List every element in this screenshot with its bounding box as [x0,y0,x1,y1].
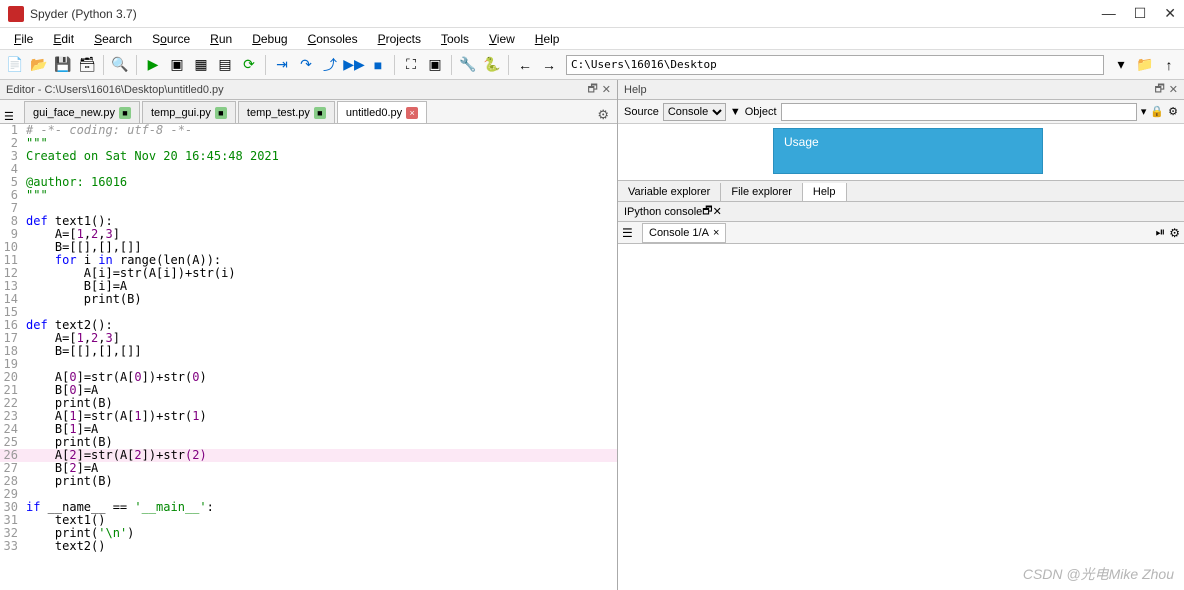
menu-help[interactable]: Help [527,30,568,48]
browse-dir-icon[interactable]: 📁 [1134,54,1156,76]
menu-search[interactable]: Search [86,30,140,48]
close-icon[interactable]: ■ [119,107,131,119]
menu-bar: File Edit Search Source Run Debug Consol… [0,28,1184,50]
editor-close-icon[interactable]: ✕ [602,83,611,96]
tab-list-icon[interactable]: ☰ [4,110,22,123]
debug-stop-icon[interactable]: ■ [367,54,389,76]
editor-tabs: ☰ gui_face_new.py■temp_gui.py■temp_test.… [0,100,617,124]
minimize-button[interactable]: — [1102,5,1116,22]
close-icon[interactable]: × [406,107,418,119]
menu-file[interactable]: File [6,30,41,48]
console-output[interactable] [618,244,1184,590]
debug-continue-icon[interactable]: ▶▶ [343,54,365,76]
debug-step-out-icon[interactable]: ⤴ [319,54,341,76]
app-logo-icon [8,6,24,22]
help-content: Usage [618,124,1184,180]
help-source-label: Source [624,106,659,118]
python-path-icon[interactable]: 🐍 [481,54,503,76]
menu-projects[interactable]: Projects [370,30,429,48]
preferences-icon[interactable]: 🔧 [457,54,479,76]
menu-edit[interactable]: Edit [45,30,82,48]
editor-tab[interactable]: temp_gui.py■ [142,101,236,123]
help-undock-icon[interactable]: 🗗 [1154,80,1164,99]
menu-view[interactable]: View [481,30,523,48]
new-file-icon[interactable]: 📄 [4,54,26,76]
path-dropdown-icon[interactable]: ▾ [1110,54,1132,76]
help-pane-title: Help 🗗 ✕ [618,80,1184,100]
console-tabs: ☰ Console 1/A × ⏯ ⚙ [618,222,1184,244]
maximize-button[interactable]: ☐ [1134,5,1147,22]
title-bar: Spyder (Python 3.7) — ☐ ✕ [0,0,1184,28]
rerun-icon[interactable]: ⟳ [238,54,260,76]
console-tab[interactable]: Console 1/A × [642,223,726,243]
help-object-label: Object [745,106,777,118]
tab-file-explorer[interactable]: File explorer [721,183,803,201]
help-object-input[interactable] [781,103,1137,121]
close-icon[interactable]: × [713,227,719,239]
console-undock-icon[interactable]: 🗗 [702,202,712,221]
debug-step-over-icon[interactable]: ↷ [295,54,317,76]
help-lock-icon[interactable]: 🔒 [1150,105,1164,118]
working-dir-input[interactable]: C:\Users\16016\Desktop [566,55,1104,75]
run-cell-advance-icon[interactable]: ▦ [190,54,212,76]
save-all-icon[interactable]: 🗃 [76,54,98,76]
run-selection-icon[interactable]: ▤ [214,54,236,76]
help-close-icon[interactable]: ✕ [1169,83,1178,96]
fullscreen-icon[interactable]: ▣ [424,54,446,76]
debug-step-into-icon[interactable]: ⇥ [271,54,293,76]
help-options-icon[interactable]: ⚙ [1168,105,1178,118]
editor-tab[interactable]: gui_face_new.py■ [24,101,140,123]
maximize-pane-icon[interactable]: ⛶ [400,54,422,76]
menu-consoles[interactable]: Consoles [300,30,366,48]
nav-forward-icon[interactable]: → [538,54,560,76]
console-close-icon[interactable]: ✕ [713,205,722,218]
parent-dir-icon[interactable]: ↑ [1158,54,1180,76]
window-title: Spyder (Python 3.7) [30,7,1102,21]
menu-source[interactable]: Source [144,30,198,48]
close-icon[interactable]: ■ [314,107,326,119]
help-source-select[interactable]: Console [663,103,726,121]
console-options-icon[interactable]: ⚙ [1169,226,1180,240]
run-cell-icon[interactable]: ▣ [166,54,188,76]
nav-back-icon[interactable]: ← [514,54,536,76]
right-sub-tabs: Variable explorer File explorer Help [618,180,1184,202]
run-icon[interactable]: ▶ [142,54,164,76]
editor-tab[interactable]: untitled0.py× [337,101,427,123]
tab-variable-explorer[interactable]: Variable explorer [618,183,721,201]
console-tab-list-icon[interactable]: ☰ [622,226,638,240]
search-icon[interactable]: 🔍 [109,54,131,76]
console-interrupt-icon[interactable]: ⏯ [1156,225,1166,240]
close-button[interactable]: ✕ [1164,5,1176,22]
main-toolbar: 📄 📂 💾 🗃 🔍 ▶ ▣ ▦ ▤ ⟳ ⇥ ↷ ⤴ ▶▶ ■ ⛶ ▣ 🔧 🐍 ←… [0,50,1184,80]
usage-heading: Usage [773,128,1043,174]
menu-tools[interactable]: Tools [433,30,477,48]
close-icon[interactable]: ■ [215,107,227,119]
open-file-icon[interactable]: 📂 [28,54,50,76]
code-editor[interactable]: 1# -*- coding: utf-8 -*-2"""3Created on … [0,124,617,590]
editor-tab[interactable]: temp_test.py■ [238,101,335,123]
editor-options-icon[interactable]: ⚙ [593,107,613,123]
save-icon[interactable]: 💾 [52,54,74,76]
tab-help[interactable]: Help [803,183,847,201]
menu-run[interactable]: Run [202,30,240,48]
console-pane-title: IPython console 🗗 ✕ [618,202,1184,222]
editor-pane-title: Editor - C:\Users\16016\Desktop\untitled… [0,80,617,100]
editor-undock-icon[interactable]: 🗗 [587,80,597,99]
help-toolbar: Source Console ▼ Object ▾ 🔒 ⚙ [618,100,1184,124]
menu-debug[interactable]: Debug [244,30,295,48]
